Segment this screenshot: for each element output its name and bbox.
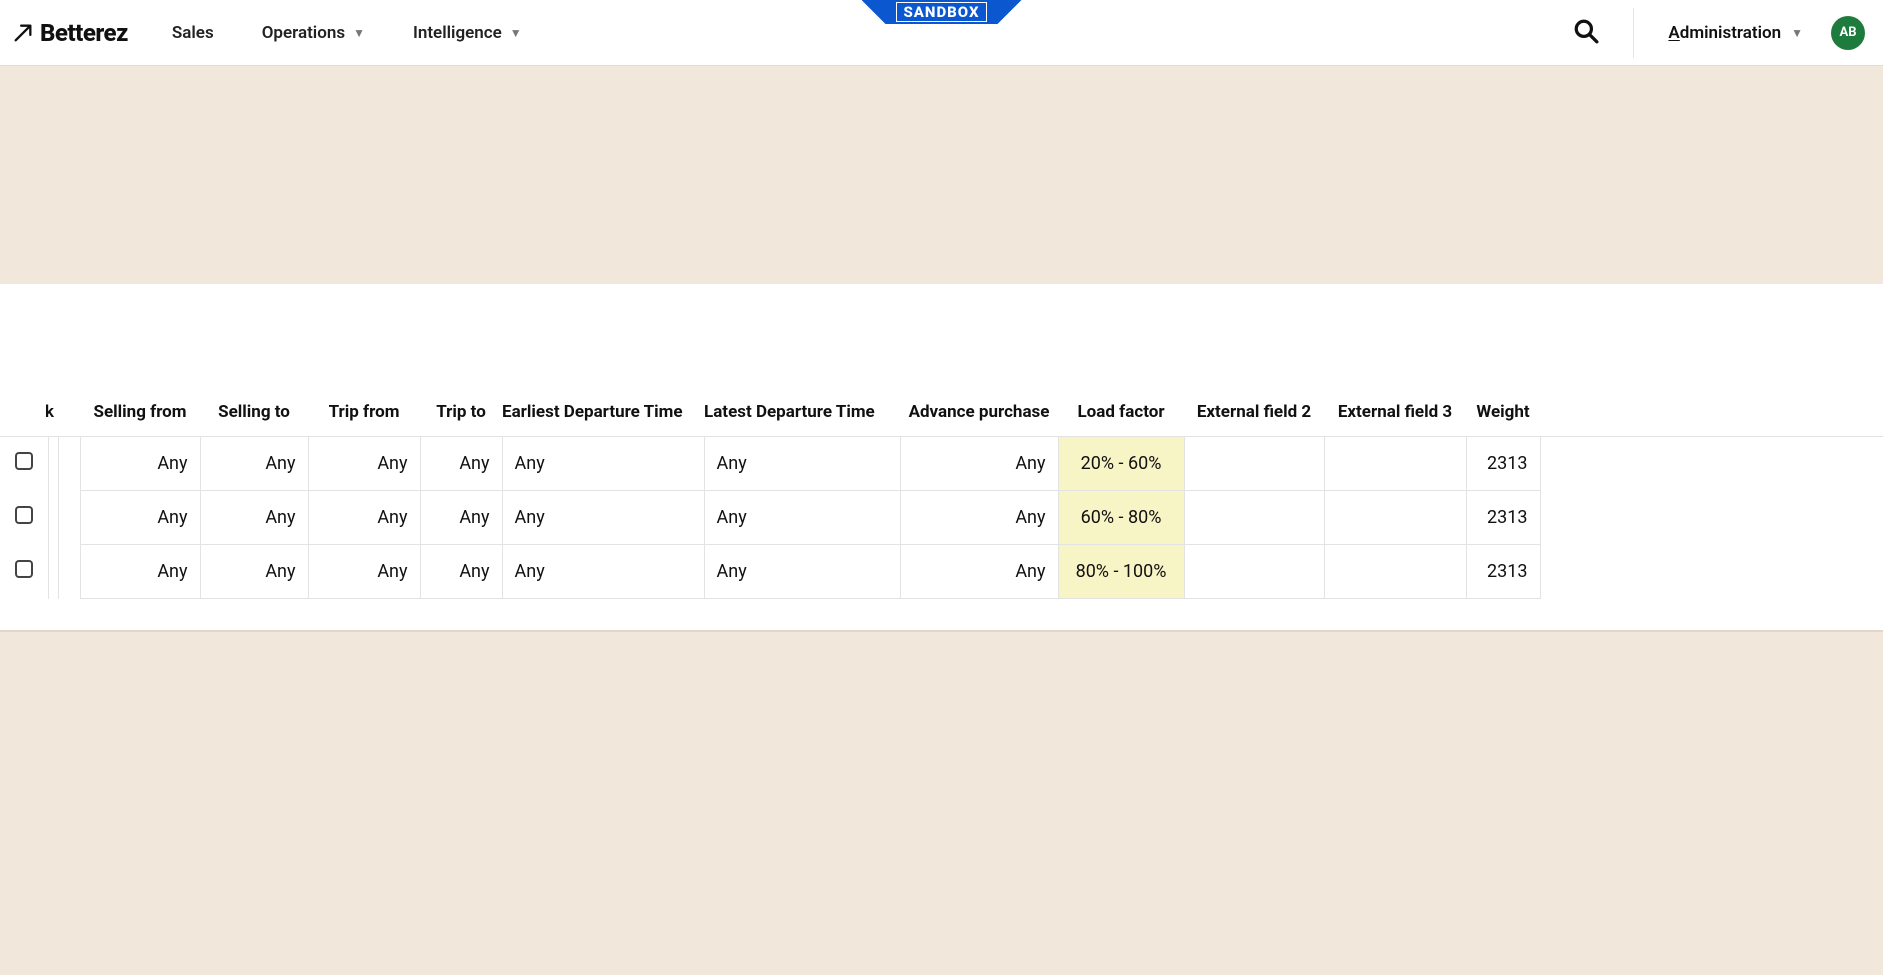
cell-selling-to[interactable]: Any bbox=[200, 491, 308, 545]
row-stub2 bbox=[58, 437, 80, 491]
sandbox-badge: SANDBOX bbox=[862, 0, 1022, 24]
search-icon[interactable] bbox=[1573, 18, 1599, 48]
table-row[interactable]: AnyAnyAnyAnyAnyAnyAny20% - 60%2313 bbox=[0, 437, 1883, 491]
chevron-down-icon: ▼ bbox=[353, 26, 365, 40]
col-earliest-departure[interactable]: Earliest Departure Time bbox=[502, 392, 704, 437]
nav-sales-label: Sales bbox=[172, 23, 214, 43]
cell-selling-from[interactable]: Any bbox=[80, 545, 200, 599]
row-checkbox-cell bbox=[0, 437, 48, 491]
cell-external-field-3[interactable] bbox=[1324, 545, 1466, 599]
cell-external-field-2[interactable] bbox=[1184, 437, 1324, 491]
cell-latest-departure[interactable]: Any bbox=[704, 491, 900, 545]
table-row[interactable]: AnyAnyAnyAnyAnyAnyAny80% - 100%2313 bbox=[0, 545, 1883, 599]
cell-external-field-3[interactable] bbox=[1324, 437, 1466, 491]
cell-selling-from[interactable]: Any bbox=[80, 437, 200, 491]
cell-load-factor[interactable]: 20% - 60% bbox=[1058, 437, 1184, 491]
cell-weight[interactable]: 2313 bbox=[1466, 545, 1540, 599]
row-pad bbox=[1540, 491, 1883, 545]
col-advance-purchase[interactable]: Advance purchase bbox=[900, 392, 1058, 437]
row-pad bbox=[1540, 437, 1883, 491]
col-selling-from[interactable]: Selling from bbox=[80, 392, 200, 437]
row-stub bbox=[48, 491, 58, 545]
col-trip-from[interactable]: Trip from bbox=[308, 392, 420, 437]
col-selling-to[interactable]: Selling to bbox=[200, 392, 308, 437]
cell-latest-departure[interactable]: Any bbox=[704, 545, 900, 599]
top-header: Betterez Sales Operations ▼ Intelligence… bbox=[0, 0, 1883, 66]
logo-arrow-icon bbox=[12, 22, 34, 44]
row-checkbox[interactable] bbox=[15, 506, 33, 524]
cell-advance-purchase[interactable]: Any bbox=[900, 437, 1058, 491]
cell-weight[interactable]: 2313 bbox=[1466, 491, 1540, 545]
col-load-factor[interactable]: Load factor bbox=[1058, 392, 1184, 437]
col-external-field-3[interactable]: External field 3 bbox=[1324, 392, 1466, 437]
row-checkbox-cell bbox=[0, 545, 48, 599]
cell-trip-from[interactable]: Any bbox=[308, 491, 420, 545]
row-stub2 bbox=[58, 491, 80, 545]
content-section: k Selling from Selling to Trip from Trip… bbox=[0, 284, 1883, 631]
cell-selling-to[interactable]: Any bbox=[200, 545, 308, 599]
cell-trip-to[interactable]: Any bbox=[420, 491, 502, 545]
table-body: AnyAnyAnyAnyAnyAnyAny20% - 60%2313AnyAny… bbox=[0, 437, 1883, 599]
header-right: Administration ▼ AB bbox=[1573, 8, 1865, 58]
avatar-initials: AB bbox=[1839, 25, 1856, 40]
cell-trip-from[interactable]: Any bbox=[308, 545, 420, 599]
col-external-field-2[interactable]: External field 2 bbox=[1184, 392, 1324, 437]
cell-earliest-departure[interactable]: Any bbox=[502, 545, 704, 599]
col-weight[interactable]: Weight bbox=[1466, 392, 1540, 437]
chevron-down-icon: ▼ bbox=[510, 26, 522, 40]
nav-intelligence[interactable]: Intelligence ▼ bbox=[413, 23, 522, 43]
table-footer-gap bbox=[0, 599, 1883, 631]
cell-trip-to[interactable]: Any bbox=[420, 545, 502, 599]
table-header-row: k Selling from Selling to Trip from Trip… bbox=[0, 392, 1883, 437]
cell-trip-to[interactable]: Any bbox=[420, 437, 502, 491]
cell-latest-departure[interactable]: Any bbox=[704, 437, 900, 491]
cell-earliest-departure[interactable]: Any bbox=[502, 491, 704, 545]
row-checkbox[interactable] bbox=[15, 560, 33, 578]
cell-trip-from[interactable]: Any bbox=[308, 437, 420, 491]
col-latest-departure[interactable]: Latest Departure Time bbox=[704, 392, 900, 437]
row-checkbox-cell bbox=[0, 491, 48, 545]
cell-earliest-departure[interactable]: Any bbox=[502, 437, 704, 491]
cell-load-factor[interactable]: 80% - 100% bbox=[1058, 545, 1184, 599]
main-nav: Sales Operations ▼ Intelligence ▼ bbox=[172, 23, 522, 43]
nav-intelligence-label: Intelligence bbox=[413, 23, 502, 43]
row-stub bbox=[48, 437, 58, 491]
nav-operations-label: Operations bbox=[262, 23, 345, 43]
nav-sales[interactable]: Sales bbox=[172, 23, 214, 43]
row-pad bbox=[1540, 545, 1883, 599]
brand-name: Betterez bbox=[40, 19, 128, 47]
cell-advance-purchase[interactable]: Any bbox=[900, 491, 1058, 545]
col-trip-to[interactable]: Trip to bbox=[420, 392, 502, 437]
chevron-down-icon: ▼ bbox=[1791, 26, 1803, 40]
nav-administration-label: Administration bbox=[1668, 23, 1781, 43]
row-stub bbox=[48, 545, 58, 599]
cell-advance-purchase[interactable]: Any bbox=[900, 545, 1058, 599]
content-gap bbox=[0, 284, 1883, 392]
row-stub2 bbox=[58, 545, 80, 599]
row-checkbox[interactable] bbox=[15, 452, 33, 470]
cell-external-field-2[interactable] bbox=[1184, 545, 1324, 599]
col-partial: k bbox=[0, 392, 58, 437]
cell-external-field-2[interactable] bbox=[1184, 491, 1324, 545]
cell-load-factor[interactable]: 60% - 80% bbox=[1058, 491, 1184, 545]
footer-band bbox=[0, 631, 1883, 975]
nav-administration[interactable]: Administration ▼ bbox=[1668, 23, 1803, 43]
rules-table: k Selling from Selling to Trip from Trip… bbox=[0, 392, 1883, 599]
avatar[interactable]: AB bbox=[1831, 16, 1865, 50]
col-blank bbox=[58, 392, 80, 437]
brand-logo[interactable]: Betterez bbox=[12, 19, 128, 47]
cell-selling-to[interactable]: Any bbox=[200, 437, 308, 491]
cell-external-field-3[interactable] bbox=[1324, 491, 1466, 545]
col-pad bbox=[1540, 392, 1883, 437]
cell-weight[interactable]: 2313 bbox=[1466, 437, 1540, 491]
rules-table-wrap: k Selling from Selling to Trip from Trip… bbox=[0, 392, 1883, 599]
divider bbox=[1633, 8, 1634, 58]
nav-operations[interactable]: Operations ▼ bbox=[262, 23, 365, 43]
table-row[interactable]: AnyAnyAnyAnyAnyAnyAny60% - 80%2313 bbox=[0, 491, 1883, 545]
cell-selling-from[interactable]: Any bbox=[80, 491, 200, 545]
hero-band bbox=[0, 66, 1883, 284]
sandbox-label: SANDBOX bbox=[896, 2, 986, 22]
